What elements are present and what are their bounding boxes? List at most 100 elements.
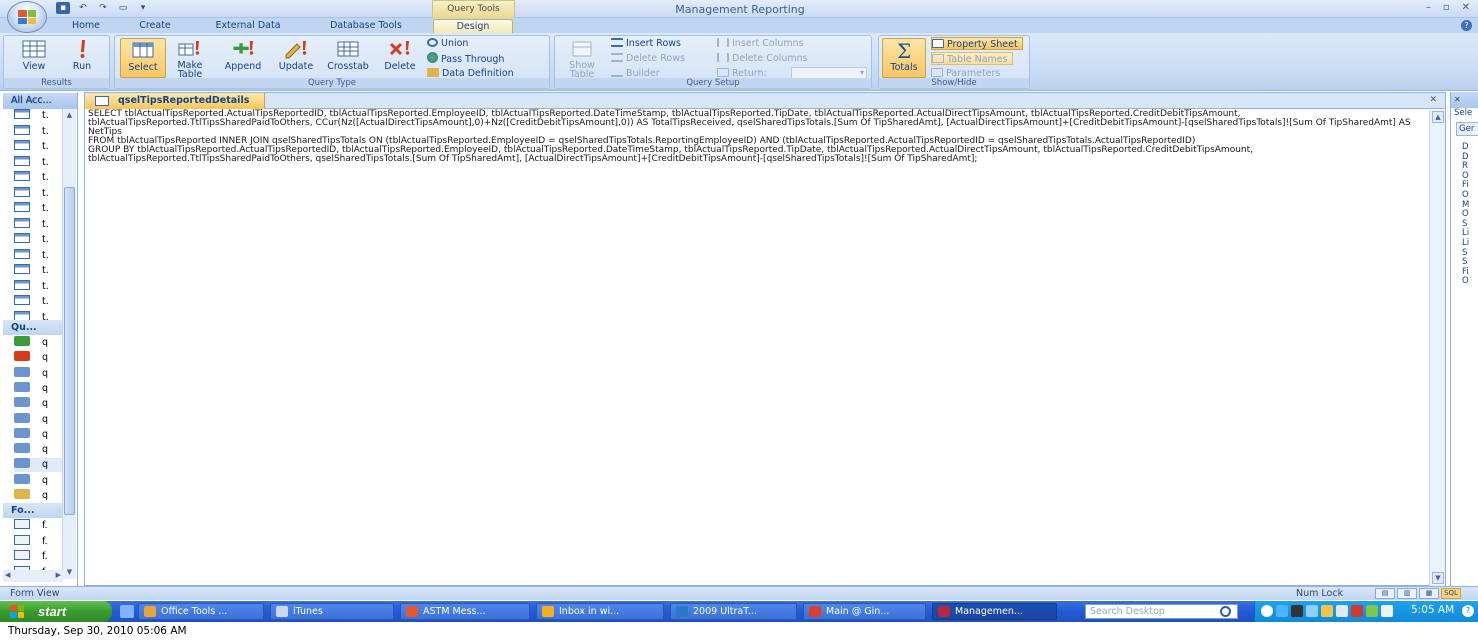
redo-icon[interactable]: ↷ xyxy=(96,2,110,14)
totals-button[interactable]: Σ Totals xyxy=(882,38,926,78)
wifi-icon[interactable] xyxy=(1306,605,1318,617)
nav-query-item[interactable]: q xyxy=(14,427,64,442)
nav-scrollbar[interactable]: ▲ ▼ xyxy=(62,109,76,579)
nav-horizontal-scrollbar[interactable]: ◀ ▶ xyxy=(3,570,63,582)
restore-icon[interactable]: ▫ xyxy=(1443,2,1450,13)
scroll-up-icon[interactable]: ▲ xyxy=(64,110,75,121)
nav-pane-header[interactable]: All Acc... xyxy=(3,93,77,109)
taskbar-button[interactable]: Managemen... xyxy=(932,603,1057,620)
update-icon[interactable] xyxy=(1381,605,1393,617)
nav-table-item[interactable]: t. xyxy=(14,202,64,216)
property-row-label[interactable]: Fi xyxy=(1462,180,1476,190)
sql-editor[interactable]: SELECT tblActualTipsReported.ActualTipsR… xyxy=(88,110,1413,580)
make-table-button[interactable]: Make Table xyxy=(169,38,211,79)
nav-table-item[interactable]: t. xyxy=(14,171,64,185)
tab-design[interactable]: Design xyxy=(433,19,513,33)
property-row-label[interactable]: M xyxy=(1462,200,1476,210)
run-button[interactable]: Run xyxy=(60,38,104,78)
pass-through-button[interactable]: Pass Through xyxy=(427,52,504,65)
search-icon[interactable] xyxy=(1216,605,1238,619)
quick-launch-icon[interactable] xyxy=(120,605,134,618)
security-icon[interactable] xyxy=(1351,605,1363,617)
delete-rows-button[interactable]: Delete Rows xyxy=(611,52,685,65)
taskbar-button[interactable]: Office Tools ... xyxy=(138,603,264,620)
nav-table-item[interactable]: t. xyxy=(14,124,64,139)
doc-scroll-down-icon[interactable]: ▼ xyxy=(1432,572,1444,584)
property-row-label[interactable]: O xyxy=(1462,171,1476,181)
table-names-button[interactable]: Table Names xyxy=(931,52,1013,65)
nav-table-item[interactable]: t. xyxy=(14,248,64,263)
battery-icon[interactable] xyxy=(1366,605,1378,617)
scroll-down-icon[interactable]: ▼ xyxy=(64,567,75,578)
office-button[interactable] xyxy=(7,1,47,33)
help-icon[interactable]: ? xyxy=(1461,20,1472,31)
undo-icon[interactable]: ↶ xyxy=(76,2,90,14)
nav-form-item[interactable]: f. xyxy=(14,519,64,533)
taskbar-button[interactable]: iTunes xyxy=(270,603,394,620)
taskbar-button[interactable]: Main @ Gin... xyxy=(803,603,926,620)
append-button[interactable]: Append xyxy=(215,38,271,78)
datasheet-view-icon[interactable]: ▤ xyxy=(1375,588,1395,599)
scroll-right-icon[interactable]: ▶ xyxy=(56,571,61,579)
tab-home[interactable]: Home xyxy=(58,19,114,33)
property-row-label[interactable]: R xyxy=(1462,161,1476,171)
back-icon[interactable] xyxy=(1261,605,1273,617)
view-switch-icon[interactable]: ▭ xyxy=(116,2,130,14)
nav-table-item[interactable]: t. xyxy=(14,233,64,247)
start-button[interactable]: start xyxy=(0,601,112,622)
tray-clock[interactable]: 5:05 AM xyxy=(1411,604,1454,616)
nav-query-item[interactable]: q xyxy=(14,473,64,488)
view-button[interactable]: View xyxy=(10,38,58,78)
nav-form-item[interactable]: f. xyxy=(14,550,64,564)
nav-form-item[interactable]: f. xyxy=(14,534,64,549)
document-tab[interactable]: qselTipsReportedDetails xyxy=(85,93,265,109)
property-row-label[interactable]: Li xyxy=(1462,228,1476,238)
nav-table-item[interactable]: t. xyxy=(14,295,64,309)
property-close-icon[interactable]: ✕ xyxy=(1454,95,1461,104)
save-icon[interactable]: ▪ xyxy=(56,2,70,14)
update-button[interactable]: Update xyxy=(271,38,321,78)
minimize-icon[interactable]: – xyxy=(1426,2,1431,13)
taskbar-button[interactable]: 2009 UltraT... xyxy=(670,603,797,620)
property-tab-general[interactable]: Ger xyxy=(1456,122,1478,136)
nav-table-item[interactable]: t. xyxy=(14,279,64,294)
union-button[interactable]: Union xyxy=(427,37,468,50)
nav-query-item[interactable]: q xyxy=(14,397,64,411)
property-row-label[interactable]: S xyxy=(1462,257,1476,267)
sql-view-icon[interactable]: SQL xyxy=(1441,588,1461,599)
nav-table-item[interactable]: t. xyxy=(14,140,64,154)
customize-qat-icon[interactable]: ▾ xyxy=(136,2,150,14)
property-row-label[interactable]: D xyxy=(1462,142,1476,152)
property-row-label[interactable]: O xyxy=(1462,209,1476,219)
nav-section-queries[interactable]: Qu... xyxy=(3,320,63,335)
monitor-icon[interactable] xyxy=(1291,605,1303,617)
network-icon[interactable] xyxy=(1276,605,1288,617)
property-row-label[interactable]: Li xyxy=(1462,238,1476,248)
nav-section-forms[interactable]: Fo... xyxy=(3,503,63,518)
nav-query-item[interactable]: q xyxy=(14,412,64,427)
pivot-chart-view-icon[interactable]: ▦ xyxy=(1419,588,1439,599)
insert-columns-button[interactable]: Insert Columns xyxy=(717,37,804,50)
property-row-label[interactable]: O xyxy=(1462,190,1476,200)
select-query-button[interactable]: Select xyxy=(120,38,166,78)
property-row-label[interactable]: S xyxy=(1462,219,1476,229)
taskbar-button[interactable]: ASTM Mess... xyxy=(400,603,530,620)
tab-external-data[interactable]: External Data xyxy=(198,19,298,33)
speaker-icon[interactable] xyxy=(1336,605,1348,617)
delete-columns-button[interactable]: Delete Columns xyxy=(717,52,808,65)
property-row-label[interactable]: D xyxy=(1462,152,1476,162)
scroll-left-icon[interactable]: ◀ xyxy=(5,571,10,579)
tab-database-tools[interactable]: Database Tools xyxy=(312,19,420,33)
nav-query-item[interactable]: q xyxy=(14,443,64,457)
close-icon[interactable]: ✕ xyxy=(1462,2,1470,13)
nav-table-item[interactable]: t. xyxy=(14,186,64,201)
nav-scroll-thumb[interactable] xyxy=(64,187,75,515)
nav-query-item[interactable]: q xyxy=(14,366,64,381)
nav-query-item[interactable]: q xyxy=(14,489,64,503)
insert-rows-button[interactable]: Insert Rows xyxy=(611,37,681,50)
nav-table-item[interactable]: t. xyxy=(14,155,64,170)
nav-query-item[interactable]: q xyxy=(14,458,64,473)
help-tray-icon[interactable]: ? xyxy=(1462,605,1474,617)
doc-scroll-up-icon[interactable]: ▲ xyxy=(1432,111,1444,123)
nav-table-item[interactable]: t. xyxy=(14,109,64,123)
